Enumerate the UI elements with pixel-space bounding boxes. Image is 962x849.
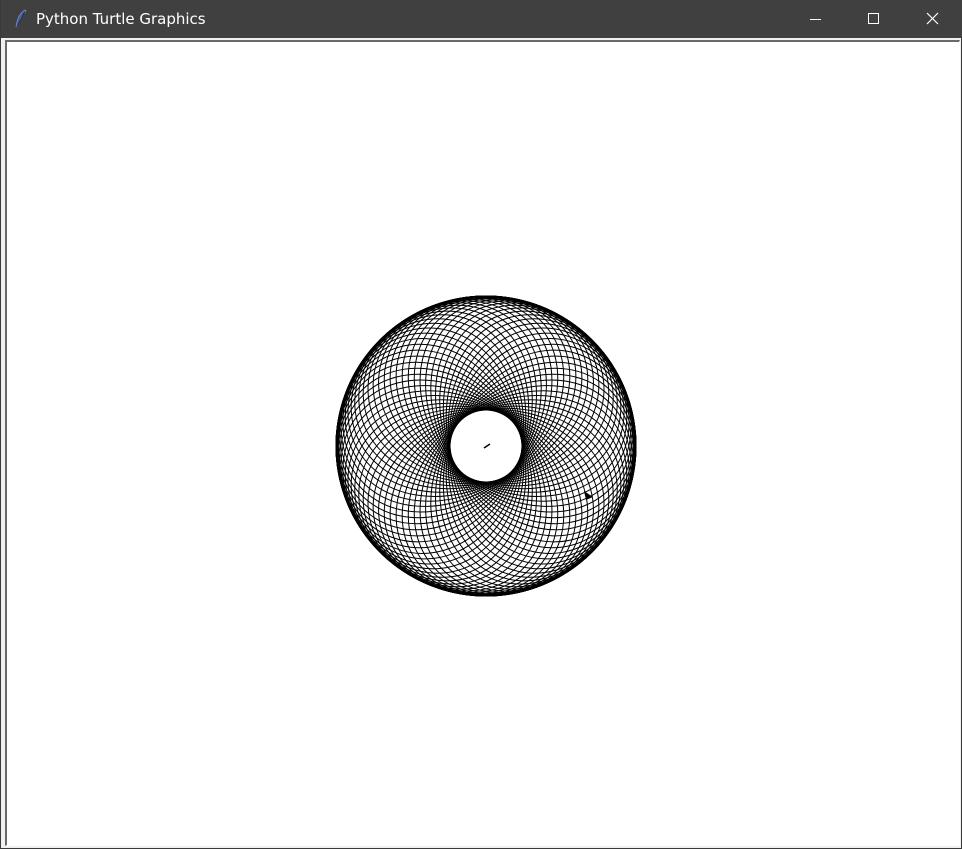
turtle-canvas-frame (5, 40, 960, 846)
title-bar[interactable]: Python Turtle Graphics (1, 0, 962, 38)
close-button[interactable] (909, 0, 955, 38)
maximize-icon (868, 13, 879, 24)
turtle-canvas[interactable] (7, 42, 959, 845)
feather-icon (15, 9, 27, 28)
minimize-icon (810, 19, 821, 20)
maximize-button[interactable] (850, 0, 896, 38)
turtle-window: Python Turtle Graphics (0, 0, 962, 849)
minimize-button[interactable] (792, 0, 838, 38)
spirograph-drawing (335, 295, 637, 597)
center-hole (452, 413, 518, 479)
window-title: Python Turtle Graphics (36, 10, 206, 28)
close-icon (926, 12, 939, 25)
